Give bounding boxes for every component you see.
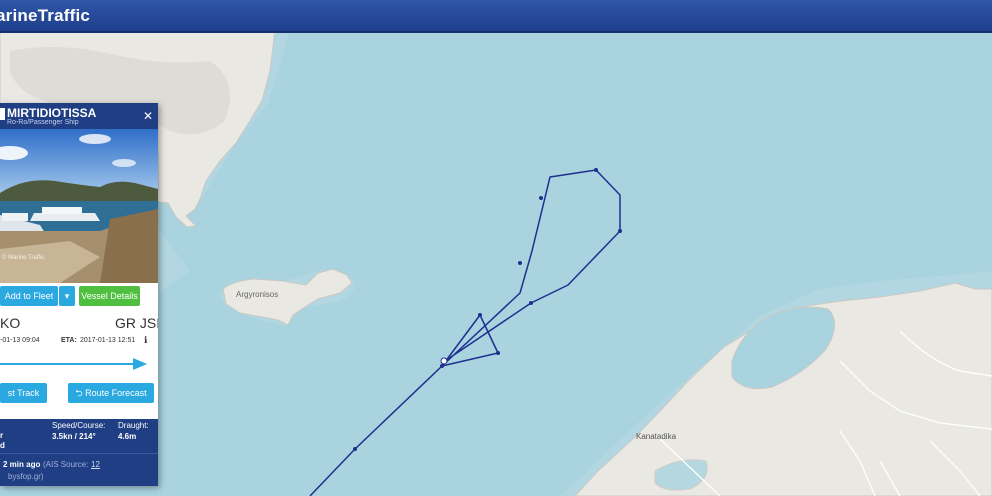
ais-source-site: bysfop.gr) xyxy=(8,472,44,481)
position-age: 2 min ago xyxy=(3,460,41,469)
info-icon[interactable]: ℹ xyxy=(144,335,147,346)
atd-value: -01-13 09:04 xyxy=(0,337,40,344)
draught-label: Draught: xyxy=(118,421,149,430)
map-label-kanatadika: Kanatadika xyxy=(636,432,677,441)
status-value-2: d xyxy=(0,441,5,450)
ship-type-icon xyxy=(0,108,5,120)
top-bar: arineTraffic xyxy=(0,0,992,33)
vessel-details-button[interactable]: Vessel Details xyxy=(79,286,140,306)
eta-value: 2017-01-13 12:51 xyxy=(80,337,136,344)
vessel-name: MIRTIDIOTISSA xyxy=(7,106,97,120)
eta-label: ETA: xyxy=(61,337,77,344)
voyage-progress-arrow xyxy=(0,358,147,370)
route-forecast-button[interactable]: ⮌ Route Forecast xyxy=(68,383,154,403)
vessel-panel-header: MIRTIDIOTISSA Ro-Ro/Passenger Ship ✕ xyxy=(0,103,158,129)
vessel-panel: MIRTIDIOTISSA Ro-Ro/Passenger Ship ✕ © M… xyxy=(0,103,158,486)
draught-value: 4.6m xyxy=(118,432,137,441)
svg-text:© Marine Traffic: © Marine Traffic xyxy=(2,254,44,261)
destination-port[interactable]: GR JSI xyxy=(115,315,158,331)
speed-course-label: Speed/Course: xyxy=(52,421,106,430)
stats-divider xyxy=(0,453,158,454)
status-value-1: r xyxy=(0,431,4,440)
app-logo-text[interactable]: arineTraffic xyxy=(0,6,90,26)
map-label-argyronisos: Argyronisos xyxy=(236,290,278,299)
ais-source-label: (AIS Source: xyxy=(43,460,89,469)
vessel-stats: r d Speed/Course: 3.5kn / 214° Draught: … xyxy=(0,419,158,486)
vessel-type: Ro-Ro/Passenger Ship xyxy=(7,119,79,126)
speed-course-value: 3.5kn / 214° xyxy=(52,432,96,441)
vessel-photo[interactable]: © Marine Traffic xyxy=(0,129,158,283)
past-track-button[interactable]: st Track xyxy=(0,383,47,403)
caret-down-icon[interactable]: ▾ xyxy=(59,286,75,306)
add-to-fleet-button[interactable]: Add to Fleet xyxy=(0,286,58,306)
close-icon[interactable]: ✕ xyxy=(143,109,153,123)
ais-source-link[interactable]: 12 xyxy=(91,460,100,469)
vessel-marker[interactable] xyxy=(440,357,448,365)
route-forecast-label: Route Forecast xyxy=(85,388,147,398)
origin-port[interactable]: KO xyxy=(0,315,20,331)
route-icon: ⮌ xyxy=(75,388,86,398)
